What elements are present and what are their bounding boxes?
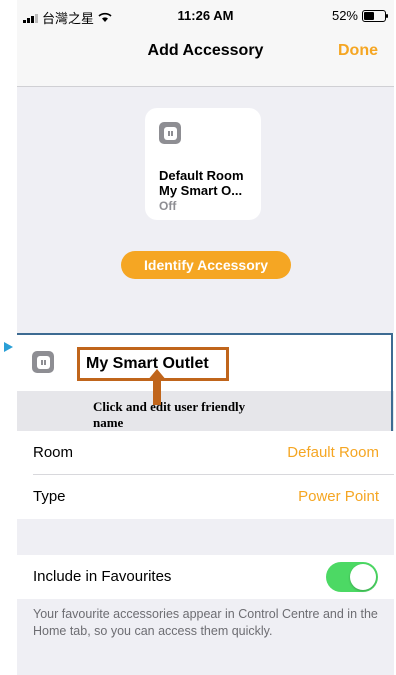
room-label: Room [33,444,74,461]
navigation-bar: Add Accessory Done [17,30,394,87]
room-row[interactable]: Room Default Room [17,431,394,475]
favourites-note: Your favourite accessories appear in Con… [33,607,378,638]
identify-accessory-button[interactable]: Identify Accessory [121,251,291,279]
type-row[interactable]: Type Power Point [17,475,394,519]
battery-icon [362,9,388,22]
outlet-icon [159,122,181,144]
tile-state: Off [159,199,177,213]
tile-room: Default Room [159,168,244,183]
favourites-label: Include in Favourites [33,568,172,585]
room-value: Default Room [287,444,379,461]
favourites-row: Include in Favourites [17,555,394,599]
callout-frame [17,333,393,437]
done-button[interactable]: Done [338,42,378,60]
favourites-toggle[interactable] [326,562,378,592]
status-bar: 台灣之星 11:26 AM 52% [17,0,394,30]
pointer-arrow-icon [4,342,13,352]
type-value: Power Point [298,488,379,505]
battery-percent: 52% [331,8,358,23]
type-label: Type [33,488,66,505]
phone-screen: 台灣之星 11:26 AM 52% Add Accessory Done Def… [17,0,394,675]
tile-name: My Smart O... [159,183,243,198]
accessory-tile[interactable]: Default Room My Smart O... Off [145,108,261,220]
